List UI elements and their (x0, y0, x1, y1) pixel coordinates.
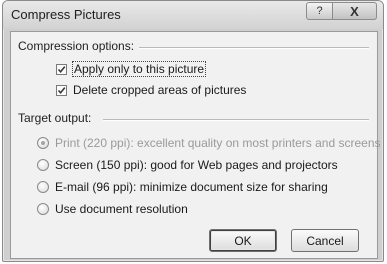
help-button[interactable]: ? (306, 2, 333, 20)
ok-button[interactable]: OK (209, 229, 277, 252)
checkmark-icon (57, 65, 66, 73)
checkmark-icon (57, 86, 66, 94)
apply-only-to-this-picture-option[interactable]: Apply only to this picture (56, 61, 207, 77)
close-icon: X (350, 3, 359, 19)
print-220ppi-option: Print (220 ppi): excellent quality on mo… (37, 136, 381, 150)
delete-cropped-checkbox[interactable] (56, 84, 67, 96)
apply-only-label: Apply only to this picture (71, 61, 207, 77)
cancel-button[interactable]: Cancel (291, 229, 359, 252)
compress-pictures-dialog: Compress Pictures ? X Compression option… (2, 0, 384, 262)
screen-label: Screen (150 ppi): good for Web pages and… (55, 158, 338, 172)
screen-radio[interactable] (37, 159, 49, 171)
print-radio (37, 137, 49, 149)
delete-cropped-label: Delete cropped areas of pictures (73, 83, 247, 97)
title-bar: Compress Pictures ? X (3, 1, 383, 29)
target-output-label: Target output: (18, 111, 92, 125)
dialog-body: Compression options: Apply only to this … (10, 31, 381, 259)
compression-options-separator (139, 47, 369, 49)
use-document-resolution-label: Use document resolution (55, 202, 188, 216)
print-label: Print (220 ppi): excellent quality on mo… (55, 136, 381, 150)
apply-only-checkbox[interactable] (56, 63, 67, 75)
delete-cropped-areas-option[interactable]: Delete cropped areas of pictures (56, 83, 246, 97)
compression-options-label: Compression options: (18, 39, 135, 53)
screen-150ppi-option[interactable]: Screen (150 ppi): good for Web pages and… (37, 158, 338, 172)
dialog-title: Compress Pictures (11, 7, 121, 22)
help-icon: ? (316, 5, 323, 17)
email-96ppi-option[interactable]: E-mail (96 ppi): minimize document size … (37, 180, 328, 194)
email-label: E-mail (96 ppi): minimize document size … (55, 180, 328, 194)
email-radio[interactable] (37, 181, 49, 193)
close-button[interactable]: X (333, 2, 377, 20)
use-document-resolution-option[interactable]: Use document resolution (37, 202, 188, 216)
target-output-separator (103, 119, 369, 121)
title-bar-buttons: ? X (306, 2, 377, 22)
use-document-resolution-radio[interactable] (37, 203, 49, 215)
